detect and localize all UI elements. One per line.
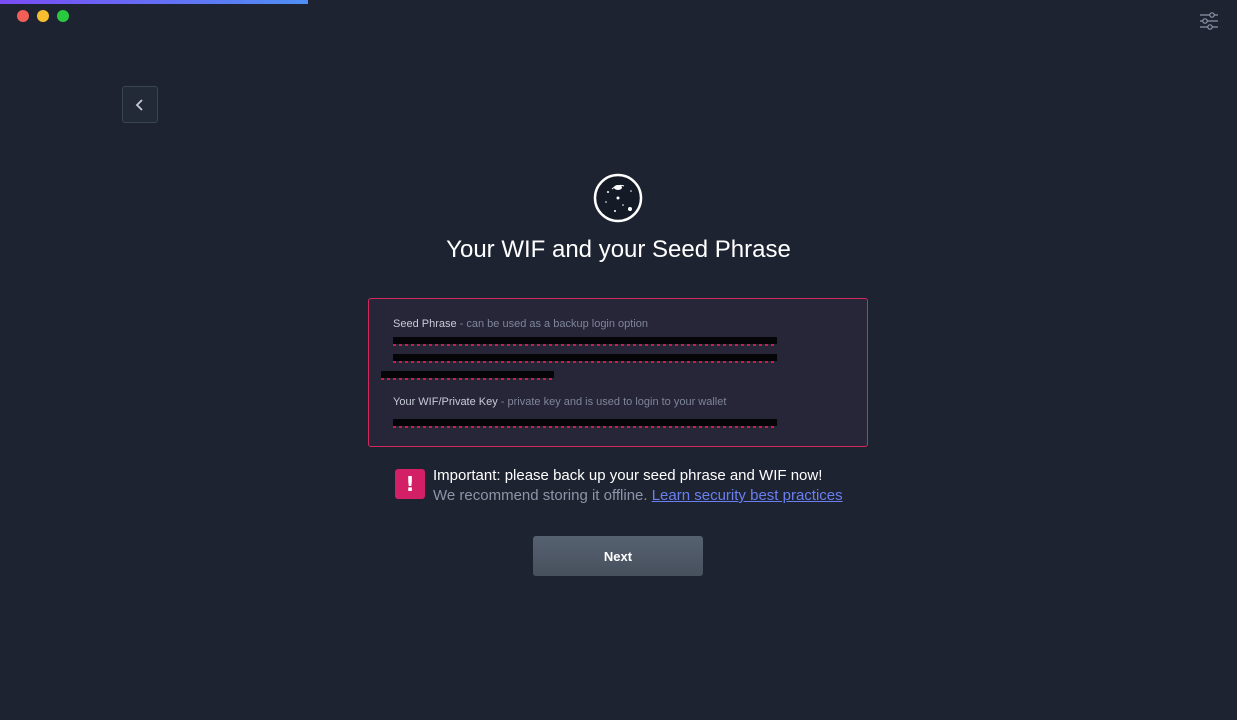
seed-phrase-header: Seed Phrase - can be used as a backup lo… (393, 317, 843, 331)
progress-bar (0, 0, 308, 4)
wif-label: Your WIF/Private Key (393, 396, 498, 408)
seed-phrase-label: Seed Phrase (393, 318, 457, 330)
maximize-window-button[interactable] (57, 10, 69, 22)
wif-header: Your WIF/Private Key - private key and i… (393, 395, 843, 409)
page-title: Your WIF and your Seed Phrase (446, 236, 791, 263)
back-button[interactable] (122, 86, 158, 123)
next-button[interactable]: Next (533, 536, 703, 576)
wif-value-redacted[interactable] (393, 415, 843, 429)
security-practices-link[interactable]: Learn security best practices (652, 487, 843, 504)
notice-subtext: We recommend storing it offline. Learn s… (433, 486, 843, 506)
sliders-icon (1200, 12, 1218, 30)
notice-title: Important: please back up your seed phra… (433, 467, 823, 484)
secret-box: Seed Phrase - can be used as a backup lo… (368, 298, 868, 447)
chevron-left-icon (135, 98, 143, 111)
warning-icon: ! (395, 469, 425, 499)
galaxy-logo-icon (593, 173, 643, 223)
close-window-button[interactable] (17, 10, 29, 22)
minimize-window-button[interactable] (37, 10, 49, 22)
seed-phrase-description: - can be used as a backup login option (456, 318, 649, 330)
backup-notice: ! Important: please back up your seed ph… (395, 466, 843, 506)
seed-phrase-value-redacted[interactable] (381, 337, 843, 381)
settings-button[interactable] (1199, 10, 1219, 32)
notice-text: We recommend storing it offline. (433, 487, 652, 504)
window-controls (17, 10, 69, 22)
wif-description: - private key and is used to login to yo… (497, 396, 727, 408)
